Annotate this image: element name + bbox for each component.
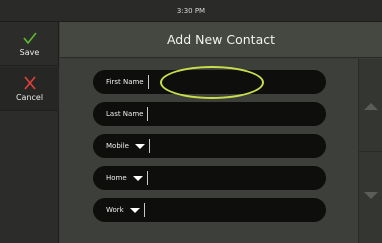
status-bar: 3:30 PM <box>0 0 382 22</box>
contact-form: First Name Last Name Mobile Home Work <box>60 59 358 243</box>
first-name-label: First Name <box>106 78 144 86</box>
home-label: Home <box>106 174 127 182</box>
work-field[interactable]: Work <box>93 198 326 222</box>
close-icon <box>23 75 36 90</box>
cancel-label: Cancel <box>15 92 44 102</box>
cancel-button[interactable]: Cancel <box>0 67 59 111</box>
mobile-type-selector[interactable]: Mobile <box>93 142 145 150</box>
chevron-down-icon <box>132 175 143 181</box>
work-input[interactable] <box>144 198 326 222</box>
mobile-input[interactable] <box>149 134 326 158</box>
save-label: Save <box>19 47 40 57</box>
work-label: Work <box>106 206 124 214</box>
first-name-label-group: First Name <box>93 78 144 86</box>
checkmark-icon <box>22 32 37 44</box>
last-name-input[interactable] <box>148 102 326 126</box>
home-input[interactable] <box>147 166 326 190</box>
scrollbar[interactable] <box>358 59 382 243</box>
last-name-label: Last Name <box>106 110 144 118</box>
home-field[interactable]: Home <box>93 166 326 190</box>
contact-screen: 3:30 PM Save Cancel Add New Contact Firs… <box>0 0 382 243</box>
page-header: Add New Contact <box>60 22 382 58</box>
work-type-selector[interactable]: Work <box>93 206 140 214</box>
chevron-down-icon <box>129 207 140 213</box>
scroll-down-icon[interactable] <box>364 192 378 199</box>
page-title: Add New Contact <box>166 32 276 47</box>
scroll-divider <box>359 151 382 152</box>
scroll-up-icon[interactable] <box>364 103 378 110</box>
sidebar: Save Cancel <box>0 22 59 243</box>
first-name-input[interactable] <box>148 70 326 94</box>
mobile-label: Mobile <box>106 142 129 150</box>
status-time: 3:30 PM <box>176 6 206 15</box>
home-type-selector[interactable]: Home <box>93 174 143 182</box>
last-name-label-group: Last Name <box>93 110 143 118</box>
last-name-field[interactable]: Last Name <box>93 102 326 126</box>
mobile-field[interactable]: Mobile <box>93 134 326 158</box>
chevron-down-icon <box>134 143 145 149</box>
first-name-field[interactable]: First Name <box>93 70 326 94</box>
save-button[interactable]: Save <box>0 22 59 66</box>
